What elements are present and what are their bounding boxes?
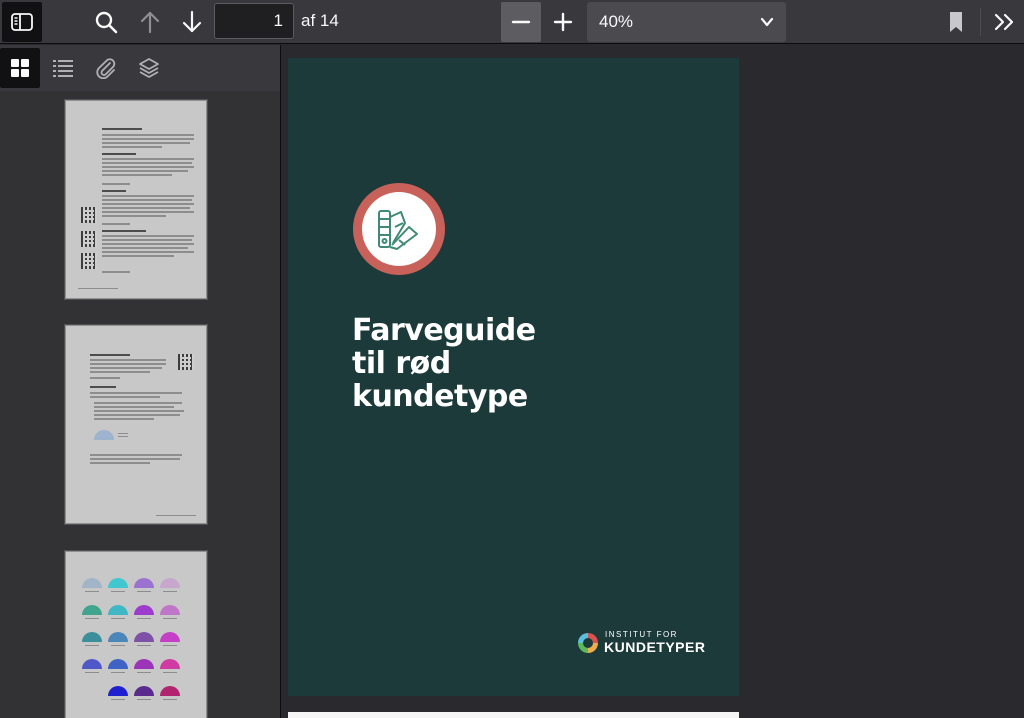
tools-menu-button[interactable] [985,2,1024,42]
double-chevron-right-icon [994,13,1014,31]
brand-ring-icon [578,633,598,653]
minus-icon [511,20,531,24]
grid-icon [11,59,29,77]
plus-icon [553,12,573,32]
title-line: Farveguide [352,313,536,348]
title-line: til rød [352,346,451,381]
brand-top-text: INSTITUT FOR [605,630,678,639]
zoom-out-button[interactable] [501,2,541,42]
color-swatch-icon [378,210,418,250]
bookmark-button[interactable] [936,2,976,42]
bookmark-icon [950,12,962,32]
page-number-input[interactable] [214,3,294,39]
toolbar-divider [980,8,981,36]
paperclip-icon [96,58,116,79]
document-viewer[interactable]: Farveguide til rød kundetype INSTITUT FO… [282,45,1024,718]
attachments-view-button[interactable] [86,48,126,88]
page-thumbnail-1[interactable] [65,100,207,299]
pdf-page-1: Farveguide til rød kundetype INSTITUT FO… [288,58,739,696]
zoom-value: 40% [599,12,634,31]
layers-view-button[interactable] [129,48,169,88]
previous-page-button[interactable] [130,2,170,42]
arrow-down-icon [182,10,202,33]
search-button[interactable] [86,2,126,42]
color-swatch-emblem [353,183,445,275]
sidebar-toggle-button[interactable] [2,2,42,42]
pdf-toolbar: af 14 40% [0,0,1024,44]
sidebar [0,45,281,718]
brand-logo: INSTITUT FOR KUNDETYPER [578,628,718,660]
page-thumbnail-2[interactable] [65,325,207,524]
outline-view-button[interactable] [43,48,83,88]
zoom-in-button[interactable] [543,2,583,42]
list-icon [53,60,73,77]
sidebar-toolbar [0,45,280,91]
page-thumbnail-3[interactable] [65,551,207,718]
sidebar-icon [11,13,33,31]
search-icon [95,11,118,34]
brand-bottom-text: KUNDETYPER [604,639,706,655]
arrow-up-icon [140,11,160,34]
pdf-page-2-edge [288,712,739,718]
chevron-down-icon [760,17,774,27]
zoom-select[interactable]: 40% [587,2,786,42]
layers-icon [139,58,159,78]
title-line: kundetype [352,379,528,414]
page-count-label: af 14 [301,11,339,30]
next-page-button[interactable] [172,2,212,42]
document-title: Farveguide til rød kundetype [352,314,682,413]
thumbnails-view-button[interactable] [0,48,40,88]
